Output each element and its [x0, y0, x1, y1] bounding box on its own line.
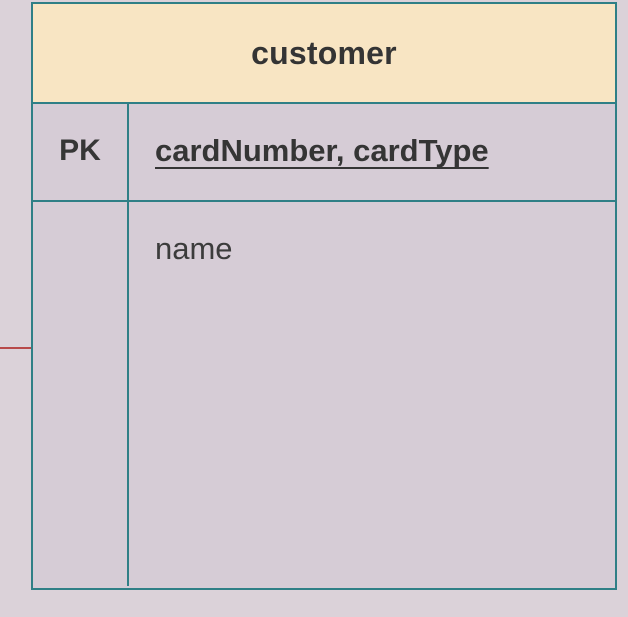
attribute-key-cell	[33, 202, 129, 586]
pk-label: PK	[59, 134, 101, 167]
attributes-row: name	[33, 202, 615, 586]
primary-key-fields: cardNumber, cardType	[155, 133, 489, 168]
key-label-cell: PK	[33, 104, 129, 200]
entity-header: customer	[33, 4, 615, 104]
entity-title: customer	[251, 34, 397, 71]
customer-entity-table: customer PK cardNumber, cardType name	[31, 2, 617, 590]
attribute-name: name	[155, 231, 233, 266]
relationship-connector-line	[0, 347, 31, 349]
primary-key-cell: cardNumber, cardType	[129, 104, 615, 200]
attributes-cell: name	[129, 202, 615, 586]
primary-key-row: PK cardNumber, cardType	[33, 104, 615, 202]
